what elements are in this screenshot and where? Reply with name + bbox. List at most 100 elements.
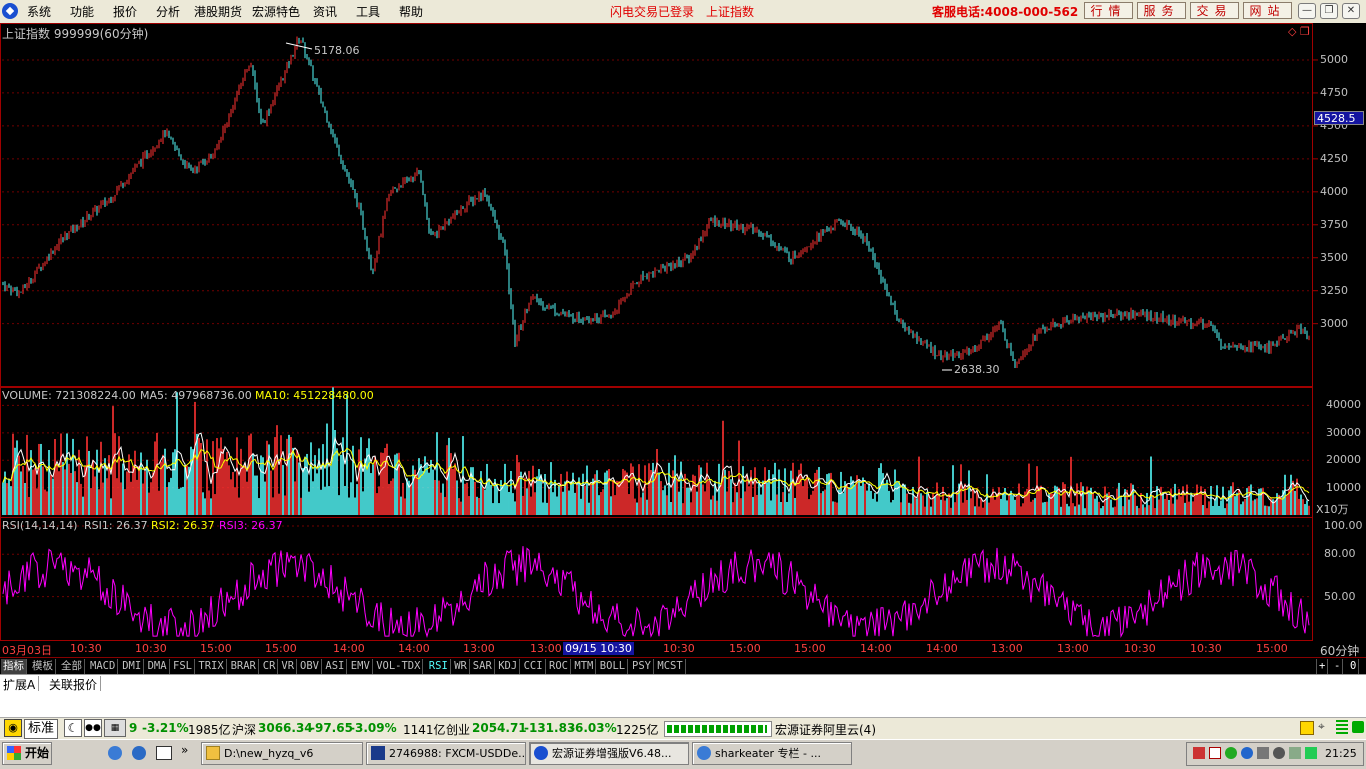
rsi-line [2, 546, 1310, 639]
website-button[interactable]: 网站 [1243, 2, 1292, 19]
service-button[interactable]: 服务 [1137, 2, 1186, 19]
close-icon[interactable]: ✕ [1342, 3, 1360, 19]
task-hongyuan-label: 宏源证券增强版V6.48... [552, 747, 672, 760]
volume-ma10: MA10: 451228480.00 [255, 389, 374, 402]
task-hongyuan[interactable]: 宏源证券增强版V6.48... [529, 742, 689, 765]
notification-icon[interactable] [1300, 721, 1314, 735]
folder-icon [206, 746, 220, 760]
tray-gear-icon[interactable] [1273, 747, 1285, 759]
main-y-tick: 4250 [1320, 151, 1348, 165]
tray-disk-icon[interactable] [1257, 747, 1269, 759]
tab-kdj[interactable]: KDJ [496, 659, 521, 674]
rsi2-value: RSI2: 26.37 [151, 519, 215, 532]
menu-tools[interactable]: 工具 [356, 3, 380, 20]
rsi-title: RSI(14,14,14) [2, 519, 78, 532]
tray-update-icon[interactable] [1305, 747, 1317, 759]
time-axis-label: 15:00 [1256, 642, 1288, 655]
low-price-label: 2638.30 [954, 363, 1000, 376]
tab-[interactable]: 指标 [1, 659, 27, 674]
show-desktop-icon[interactable] [156, 746, 172, 760]
market-button[interactable]: 行情 [1084, 2, 1133, 19]
tray-network-icon[interactable] [1193, 747, 1205, 759]
quick-launch-browser-icon[interactable] [132, 746, 146, 760]
tab-rsi[interactable]: RSI [427, 659, 451, 674]
menu-system[interactable]: 系统 [27, 3, 51, 20]
tab-obv[interactable]: OBV [298, 659, 322, 674]
keyboard-icon[interactable]: ▦ [104, 719, 126, 737]
tab-trix[interactable]: TRIX [196, 659, 227, 674]
tab-voltdx[interactable]: VOL-TDX [374, 659, 424, 674]
main-y-tick: 5000 [1320, 52, 1348, 66]
clock[interactable]: 21:25 [1325, 747, 1357, 760]
tab-fsl[interactable]: FSL [171, 659, 195, 674]
minimize-icon[interactable]: — [1298, 3, 1316, 19]
tab-psy[interactable]: PSY [630, 659, 654, 674]
tab-cr[interactable]: CR [261, 659, 279, 674]
main-y-tick: 3250 [1320, 283, 1348, 297]
chart-option-icons[interactable]: ◇ ❐ [1288, 25, 1310, 38]
main-panel-frame [0, 23, 1313, 387]
quick-launch-ie-icon[interactable] [108, 746, 122, 760]
menu-function[interactable]: 功能 [70, 3, 94, 20]
tab-mtm[interactable]: MTM [572, 659, 597, 674]
night-mode-icon[interactable]: ☾ [64, 719, 82, 737]
tab-asi[interactable]: ASI [323, 659, 348, 674]
cy-amount: 1225亿 [616, 723, 659, 737]
system-tray: 21:25 [1186, 742, 1364, 766]
tab-dmi[interactable]: DMI [120, 659, 145, 674]
time-axis-label: 13:00 [530, 642, 562, 655]
server-name[interactable]: 宏源证券阿里云(4) [775, 721, 876, 738]
menu-analysis[interactable]: 分析 [156, 3, 180, 20]
sh-arrow: 9 [129, 721, 138, 735]
info-panel [0, 691, 1366, 717]
time-axis-label: 13:00 [1057, 642, 1089, 655]
tray-app-icon[interactable] [1241, 747, 1253, 759]
tab-emv[interactable]: EMV [349, 659, 373, 674]
signal-icon[interactable]: ◉ [4, 719, 22, 737]
chart-area[interactable]: 上证指数 999999(60分钟) ◇ ❐ 5178.06 2638.30 50… [0, 23, 1366, 658]
time-axis-label: 15:00 [200, 642, 232, 655]
task-browser[interactable]: sharkeater 专栏 - ... [692, 742, 852, 765]
cy-name: 创业 [446, 723, 471, 737]
mode-selector[interactable]: 标准 [24, 719, 59, 739]
time-axis-label: 13:00 [991, 642, 1023, 655]
zoom-reset-button[interactable]: 0 [1348, 659, 1360, 674]
menu-info[interactable]: 资讯 [313, 3, 337, 20]
tab-vr[interactable]: VR [279, 659, 298, 674]
flash-trade-status[interactable]: 闪电交易已登录 [610, 3, 694, 20]
tab-sar[interactable]: SAR [471, 659, 495, 674]
rsi3-value: RSI3: 26.37 [219, 519, 283, 532]
menu-hk-futures[interactable]: 港股期货 [194, 3, 242, 20]
taskbar: 开始 » D:\new_hyzq_v6 2746988: FXCM-USDDe.… [0, 739, 1366, 769]
more-icon[interactable]: » [181, 743, 188, 757]
tab-[interactable]: 模板 [30, 659, 56, 674]
trade-button[interactable]: 交易 [1190, 2, 1239, 19]
tab-dma[interactable]: DMA [146, 659, 170, 674]
tab-[interactable]: 全部 [59, 659, 85, 674]
restore-icon[interactable]: ❐ [1320, 3, 1338, 19]
tab-roc[interactable]: ROC [547, 659, 571, 674]
tab-boll[interactable]: BOLL [598, 659, 629, 674]
zoom-in-button[interactable]: + [1316, 659, 1329, 674]
menu-help[interactable]: 帮助 [399, 3, 423, 20]
speaker-icon[interactable]: ●● [84, 719, 102, 737]
tray-flag-icon[interactable] [1209, 747, 1221, 759]
grid-lines [2, 59, 1318, 598]
task-folder[interactable]: D:\new_hyzq_v6 [201, 742, 363, 765]
menu-quote[interactable]: 报价 [113, 3, 137, 20]
tab-mcst[interactable]: MCST [655, 659, 686, 674]
time-axis-label: 03月03日 [2, 644, 52, 657]
tab-cci[interactable]: CCI [522, 659, 546, 674]
task-fxcm[interactable]: 2746988: FXCM-USDDe... [366, 742, 526, 765]
chart-canvas[interactable] [0, 23, 1366, 657]
menu-hongyuan[interactable]: 宏源特色 [252, 3, 300, 20]
volume-unit: X10万 [1316, 503, 1349, 516]
zoom-out-button[interactable]: - [1332, 659, 1344, 674]
tray-antivirus-icon[interactable] [1225, 747, 1237, 759]
start-button[interactable]: 开始 [2, 742, 52, 765]
tab-macd[interactable]: MACD [88, 659, 119, 674]
volume-value: VOLUME: 721308224.00 [2, 389, 136, 402]
tab-brar[interactable]: BRAR [229, 659, 259, 674]
tab-wr[interactable]: WR [452, 659, 470, 674]
tray-volume-icon[interactable] [1289, 747, 1301, 759]
